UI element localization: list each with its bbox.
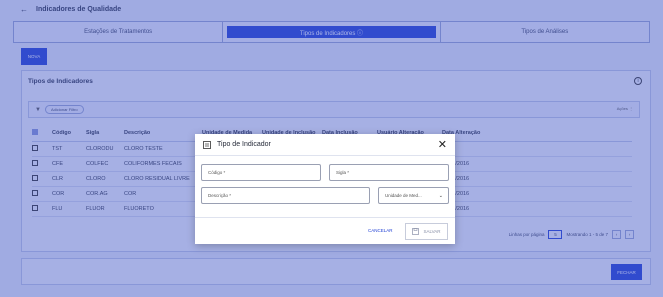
close-icon[interactable]: ✕: [438, 138, 447, 151]
chevron-down-icon: ⌄: [438, 192, 443, 199]
save-label: SALVAR: [423, 229, 441, 234]
cancel-button[interactable]: CANCELAR: [368, 228, 393, 233]
form-icon: [203, 140, 211, 149]
sigla-placeholder: Sigla *: [336, 170, 350, 175]
save-button[interactable]: SALVAR: [405, 223, 448, 240]
dialog-actions: CANCELAR SALVAR: [195, 217, 455, 244]
unidade-placeholder: Unidade de Med...: [385, 193, 422, 198]
codigo-placeholder: Código *: [208, 170, 226, 175]
descricao-placeholder: Descrição *: [208, 193, 232, 198]
sigla-field[interactable]: Sigla *: [329, 164, 449, 181]
dialog-header: Tipo de Indicador ✕: [195, 134, 455, 156]
codigo-field[interactable]: Código *: [201, 164, 321, 181]
dialog-title: Tipo de Indicador: [217, 141, 271, 148]
tipo-indicador-dialog: Tipo de Indicador ✕ Código * Sigla * Des…: [195, 134, 455, 244]
descricao-field[interactable]: Descrição *: [201, 187, 370, 204]
save-icon: [412, 228, 420, 235]
unidade-medida-select[interactable]: Unidade de Med... ⌄: [378, 187, 449, 204]
